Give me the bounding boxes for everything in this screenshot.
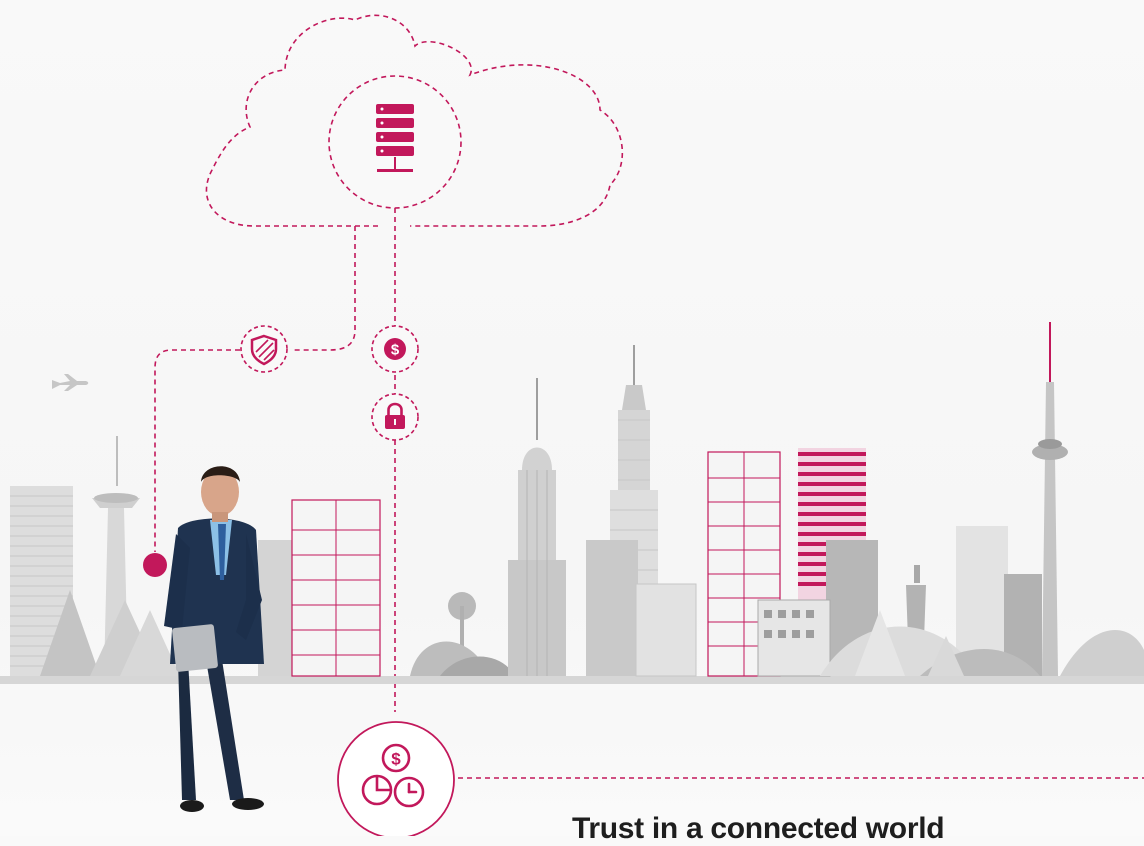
headline: Trust in a connected world xyxy=(572,812,945,845)
connected-city-illustration: $ $ xyxy=(0,14,1144,836)
finance-dollar-glyph: $ xyxy=(391,750,401,769)
finance-node xyxy=(337,721,455,836)
businessman-figure xyxy=(164,466,264,812)
connection-endpoint-dot xyxy=(143,553,167,577)
dollar-glyph: $ xyxy=(391,342,400,359)
airplane-icon xyxy=(52,374,89,391)
city-skyline xyxy=(0,322,1144,684)
